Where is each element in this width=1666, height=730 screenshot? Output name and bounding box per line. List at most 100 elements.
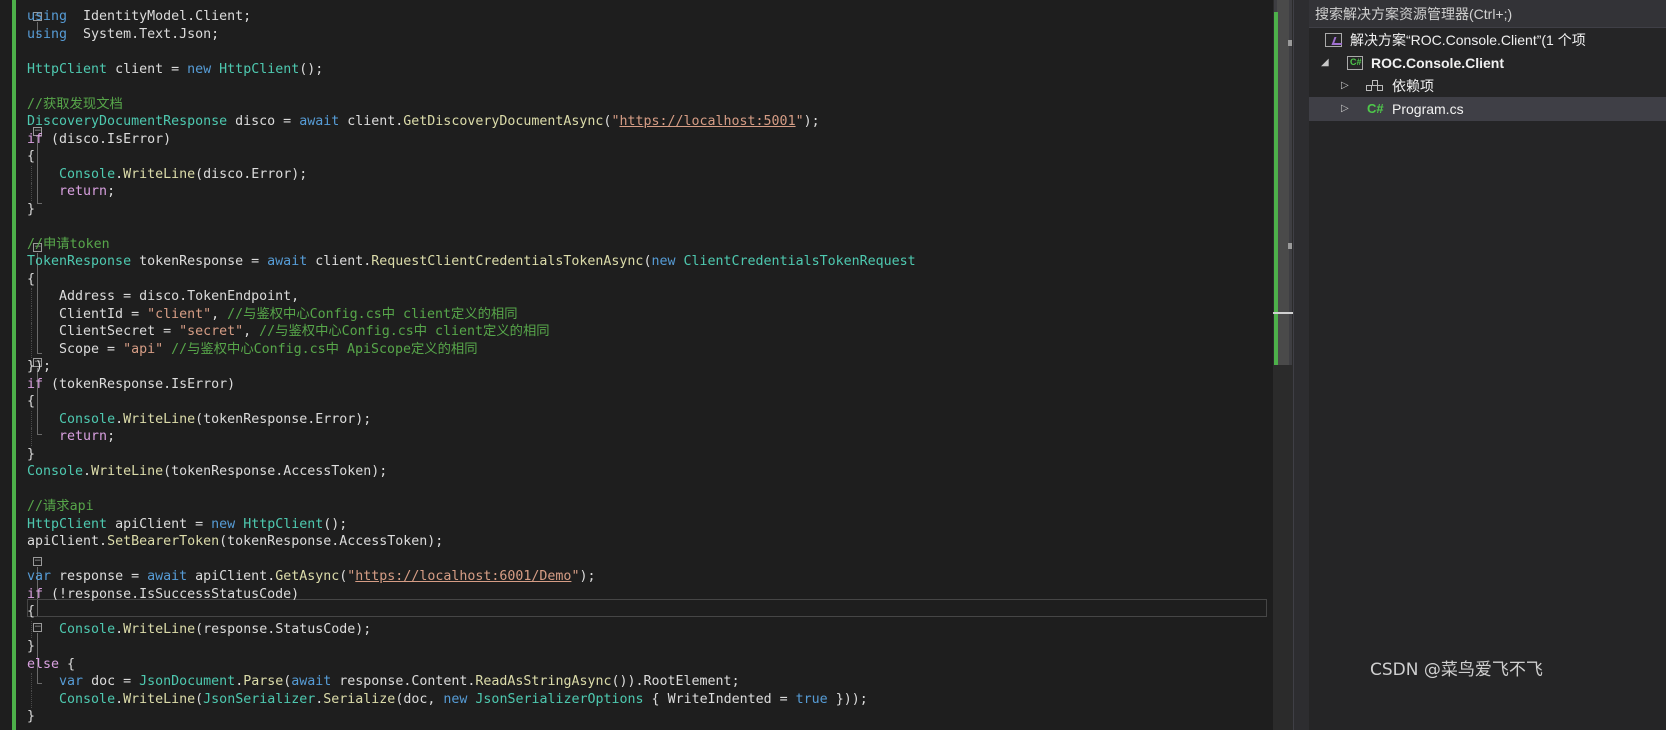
code-token: ); bbox=[803, 114, 820, 129]
code-line[interactable]: { bbox=[27, 148, 1267, 166]
code-line[interactable]: HttpClient client = new HttpClient(); bbox=[27, 61, 1267, 79]
solution-explorer-panel: 搜索解决方案资源管理器(Ctrl+;) 解决方案“ROC.Console.Cli… bbox=[1309, 0, 1666, 730]
code-lines[interactable]: using IdentityModel.Client; using System.… bbox=[27, 8, 1267, 726]
code-token: await bbox=[299, 114, 340, 129]
code-line[interactable]: //获取发现文档 bbox=[27, 96, 1267, 114]
code-token: HttpClient bbox=[219, 61, 300, 77]
code-line[interactable] bbox=[27, 218, 1267, 236]
code-token: { bbox=[27, 271, 36, 287]
code-token: } bbox=[27, 639, 36, 654]
code-line[interactable]: HttpClient apiClient = new HttpClient(); bbox=[27, 516, 1267, 534]
code-line[interactable]: } bbox=[27, 201, 1267, 219]
code-line[interactable] bbox=[27, 551, 1267, 569]
code-line[interactable]: DiscoveryDocumentResponse disco = await … bbox=[27, 113, 1267, 131]
code-token: (); bbox=[299, 61, 324, 77]
tree-item-dependencies[interactable]: ▷ 依赖项 bbox=[1309, 74, 1666, 98]
code-line[interactable]: { bbox=[27, 393, 1267, 411]
code-line[interactable]: ClientId = "client", //与鉴权中心Config.cs中 c… bbox=[27, 305, 1267, 323]
indent-guide bbox=[31, 673, 32, 691]
code-token: var bbox=[59, 674, 84, 689]
code-line[interactable]: { bbox=[27, 271, 1267, 289]
pane-splitter[interactable] bbox=[1293, 0, 1309, 730]
editor-vertical-scrollbar[interactable] bbox=[1273, 0, 1293, 730]
code-token: client. bbox=[307, 254, 372, 269]
code-token: var bbox=[27, 569, 52, 584]
code-line[interactable]: ClientSecret = "secret", //与鉴权中心Config.c… bbox=[27, 323, 1267, 341]
code-line[interactable]: { bbox=[27, 603, 1267, 621]
code-line[interactable]: //申请token bbox=[27, 236, 1267, 254]
code-token: SetBearerToken bbox=[107, 534, 220, 549]
code-token: (disco.Error); bbox=[195, 166, 308, 182]
indent-guide bbox=[31, 340, 32, 358]
code-token: //获取发现文档 bbox=[27, 96, 123, 112]
code-token: ; bbox=[107, 184, 116, 199]
code-line[interactable]: Console.WriteLine(response.StatusCode); bbox=[27, 620, 1267, 638]
code-token: "secret" bbox=[179, 324, 244, 339]
code-line[interactable] bbox=[27, 481, 1267, 499]
code-line[interactable]: Address = disco.TokenEndpoint, bbox=[27, 288, 1267, 306]
code-line[interactable]: Console.WriteLine(tokenResponse.AccessTo… bbox=[27, 463, 1267, 481]
code-token: response.Content. bbox=[331, 674, 476, 689]
code-line[interactable]: TokenResponse tokenResponse = await clie… bbox=[27, 253, 1267, 271]
code-token: JsonSerializer bbox=[203, 691, 316, 707]
csharp-file-icon: C# bbox=[1367, 101, 1384, 116]
code-line[interactable]: using IdentityModel.Client; bbox=[27, 8, 1267, 26]
code-editor[interactable]: − − − − − − using IdentityModel.Client; u… bbox=[0, 0, 1273, 730]
solution-explorer-search-input[interactable]: 搜索解决方案资源管理器(Ctrl+;) bbox=[1309, 0, 1666, 28]
code-token: response = bbox=[51, 569, 148, 584]
code-line[interactable]: } bbox=[27, 708, 1267, 726]
code-line[interactable]: } bbox=[27, 446, 1267, 464]
code-token: JsonDocument bbox=[139, 674, 236, 689]
code-line[interactable]: return; bbox=[27, 183, 1267, 201]
code-line[interactable] bbox=[27, 43, 1267, 61]
code-line[interactable]: var response = await apiClient.GetAsync(… bbox=[27, 568, 1267, 586]
code-token: Scope = bbox=[27, 341, 124, 357]
code-token: new bbox=[187, 61, 212, 77]
expanded-arrow-icon[interactable]: ◢ bbox=[1321, 51, 1329, 75]
code-token: //与鉴权中心Config.cs中 ApiScope定义的相同 bbox=[171, 341, 478, 357]
indent-guide bbox=[31, 183, 32, 201]
code-line[interactable]: Scope = "api" //与鉴权中心Config.cs中 ApiScope… bbox=[27, 340, 1267, 358]
code-line[interactable]: var doc = JsonDocument.Parse(await respo… bbox=[27, 673, 1267, 691]
tree-item-solution[interactable]: 解决方案“ROC.Console.Client”(1 个项 bbox=[1309, 28, 1666, 52]
code-line[interactable]: Console.WriteLine(disco.Error); bbox=[27, 165, 1267, 183]
indent-guide bbox=[31, 620, 32, 638]
collapsed-arrow-icon[interactable]: ▷ bbox=[1341, 74, 1349, 98]
tree-item-project[interactable]: ◢ ROC.Console.Client bbox=[1309, 51, 1666, 75]
dependencies-icon bbox=[1366, 80, 1384, 92]
code-line[interactable]: Console.WriteLine(JsonSerializer.Seriali… bbox=[27, 690, 1267, 708]
collapsed-arrow-icon[interactable]: ▷ bbox=[1341, 97, 1349, 121]
scrollbar-thumb[interactable] bbox=[1277, 0, 1289, 365]
code-token: //请求api bbox=[27, 499, 94, 514]
code-line[interactable]: if (tokenResponse.IsError) bbox=[27, 376, 1267, 394]
code-line[interactable]: if (!response.IsSuccessStatusCode) bbox=[27, 586, 1267, 604]
code-token[interactable]: https://localhost:5001 bbox=[619, 114, 795, 129]
code-token: //申请token bbox=[27, 236, 110, 252]
tree-item-program-cs[interactable]: ▷ C# Program.cs bbox=[1309, 97, 1666, 121]
code-token: apiClient = bbox=[107, 516, 212, 532]
code-line[interactable]: using System.Text.Json; bbox=[27, 26, 1267, 44]
code-token: using bbox=[27, 26, 68, 42]
code-line[interactable]: apiClient.SetBearerToken(tokenResponse.A… bbox=[27, 533, 1267, 551]
code-token: true bbox=[795, 691, 828, 707]
code-line[interactable]: //请求api bbox=[27, 498, 1267, 516]
code-token: { bbox=[27, 604, 36, 619]
code-line[interactable]: } bbox=[27, 638, 1267, 656]
code-line[interactable]: return; bbox=[27, 428, 1267, 446]
code-token: doc = bbox=[83, 674, 140, 689]
code-line[interactable] bbox=[27, 78, 1267, 96]
code-line[interactable]: }); bbox=[27, 358, 1267, 376]
code-token: if bbox=[27, 376, 44, 392]
code-token: await bbox=[147, 569, 188, 584]
code-line[interactable]: if (disco.IsError) bbox=[27, 131, 1267, 149]
code-token[interactable]: https://localhost:6001/Demo bbox=[355, 569, 571, 584]
code-token: (response.StatusCode); bbox=[195, 621, 372, 637]
code-line[interactable]: else { bbox=[27, 656, 1267, 674]
code-token: (doc, bbox=[395, 691, 444, 707]
indent-guide bbox=[31, 410, 32, 428]
solution-label: 解决方案“ROC.Console.Client”(1 个项 bbox=[1350, 32, 1586, 48]
code-line[interactable]: Console.WriteLine(tokenResponse.Error); bbox=[27, 410, 1267, 428]
code-token: ClientSecret = bbox=[27, 324, 180, 339]
